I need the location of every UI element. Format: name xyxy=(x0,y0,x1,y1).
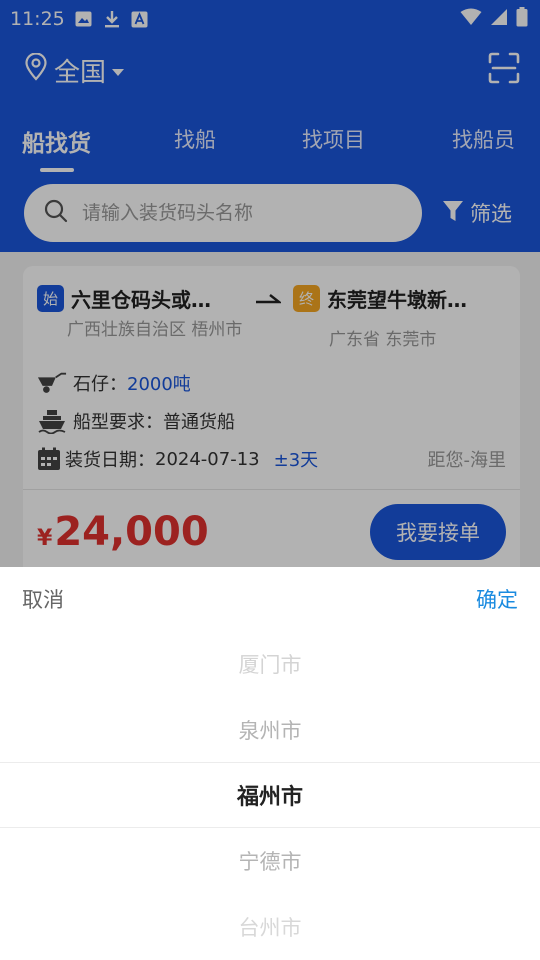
modal-overlay[interactable] xyxy=(0,0,540,567)
city-wheel[interactable]: 厦门市 泉州市 福州市 宁德市 台州市 xyxy=(0,631,540,960)
picker-option[interactable]: 泉州市 xyxy=(0,697,540,763)
picker-cancel-button[interactable]: 取消 xyxy=(22,584,64,614)
picker-option-selected[interactable]: 福州市 xyxy=(0,762,540,828)
picker-option[interactable]: 台州市 xyxy=(0,894,540,960)
picker-option[interactable]: 宁德市 xyxy=(0,828,540,894)
picker-confirm-button[interactable]: 确定 xyxy=(476,584,518,614)
picker-option[interactable]: 厦门市 xyxy=(0,631,540,697)
city-picker-sheet: 取消 确定 厦门市 泉州市 福州市 宁德市 台州市 xyxy=(0,567,540,960)
